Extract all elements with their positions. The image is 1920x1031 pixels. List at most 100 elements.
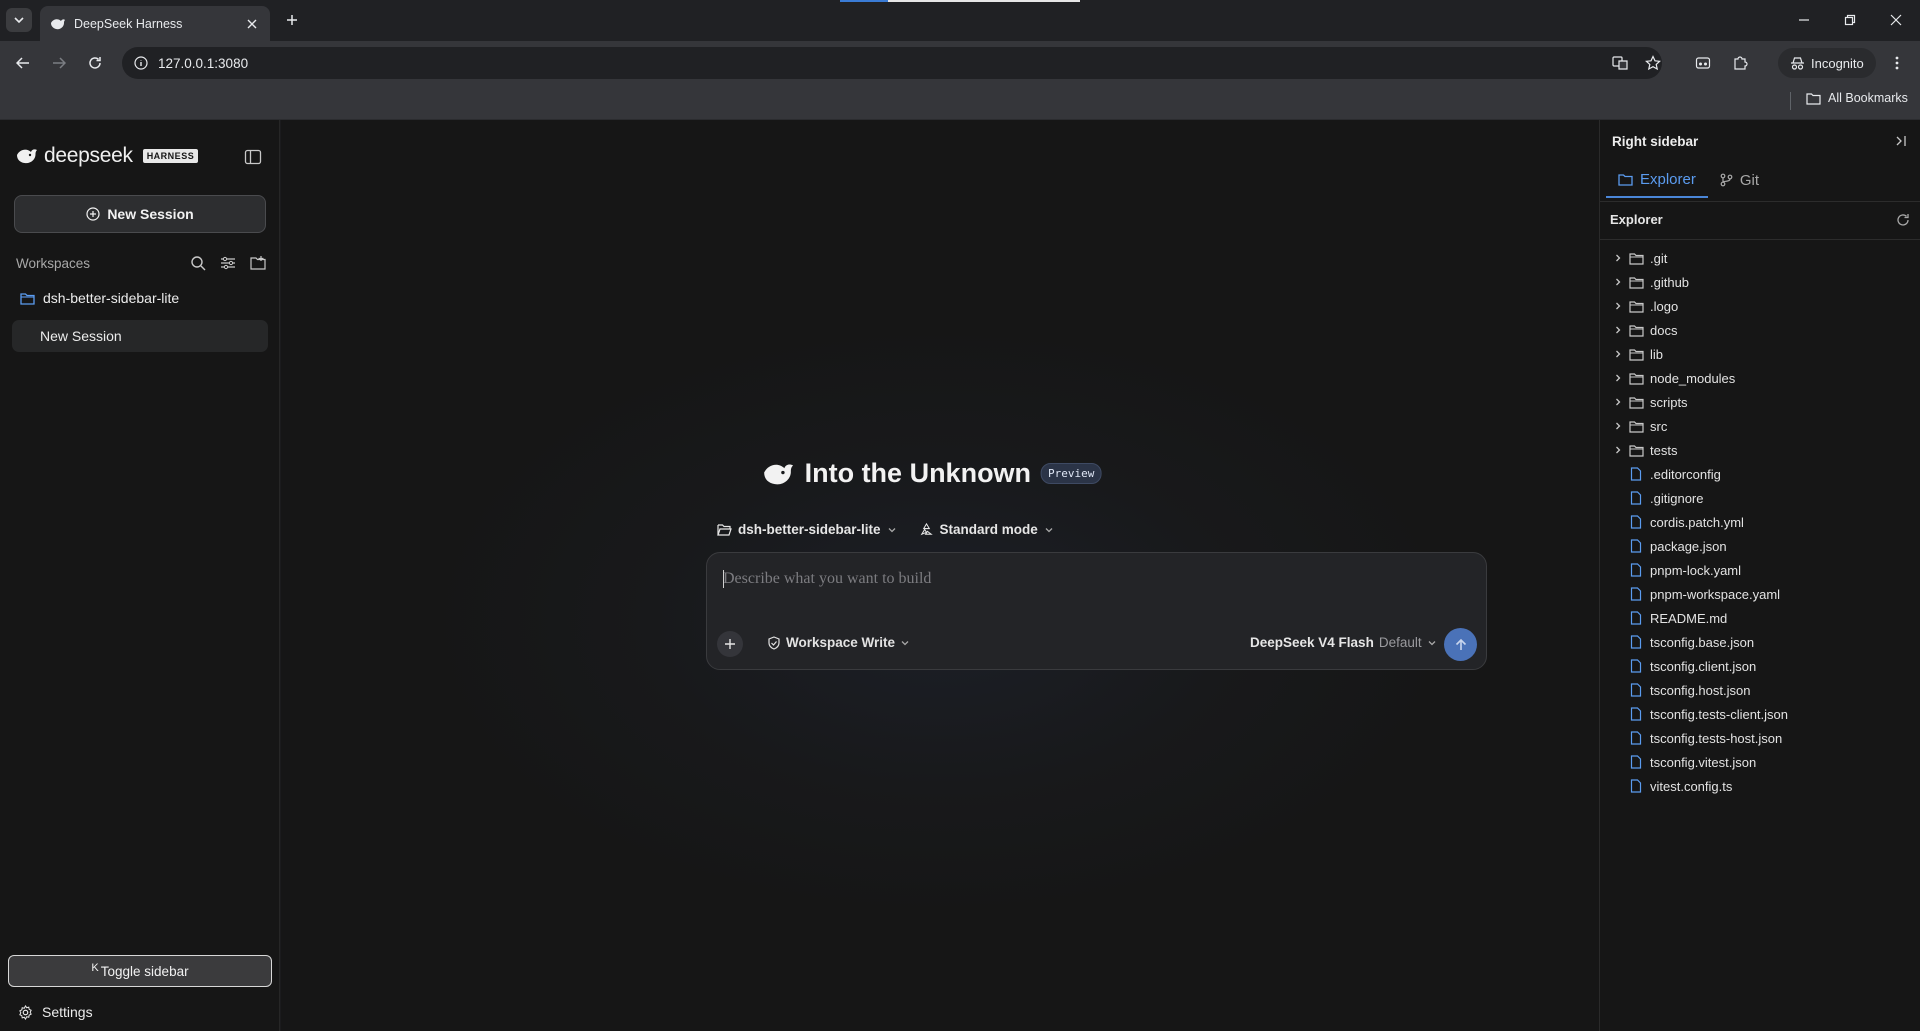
tree-item-label: cordis.patch.yml bbox=[1650, 514, 1744, 530]
tree-folder-item[interactable]: .git bbox=[1610, 246, 1910, 270]
session-item[interactable]: New Session bbox=[12, 320, 268, 352]
media-button[interactable] bbox=[1693, 53, 1713, 73]
tree-folder-item[interactable]: node_modules bbox=[1610, 366, 1910, 390]
settings-button[interactable]: Settings bbox=[18, 1004, 93, 1020]
folder-icon-wrap bbox=[1628, 394, 1644, 410]
attach-button[interactable] bbox=[717, 631, 743, 657]
explorer-header: Explorer bbox=[1610, 212, 1910, 227]
chevron-right-icon bbox=[1616, 302, 1621, 310]
bookmark-star-button[interactable] bbox=[1643, 53, 1663, 73]
tab-close-button[interactable] bbox=[244, 16, 260, 32]
tree-folder-item[interactable]: .github bbox=[1610, 270, 1910, 294]
search-icon[interactable] bbox=[190, 255, 206, 271]
tree-file-item[interactable]: README.md bbox=[1610, 606, 1910, 630]
file-icon bbox=[1630, 491, 1642, 505]
hero-title: Into the Unknown bbox=[804, 458, 1032, 488]
restore-button[interactable] bbox=[1832, 8, 1868, 32]
file-icon-wrap bbox=[1628, 610, 1644, 626]
prompt-input[interactable] bbox=[723, 567, 1463, 591]
tree-folder-item[interactable]: .logo bbox=[1610, 294, 1910, 318]
workspaces-label: Workspaces bbox=[16, 255, 91, 271]
expand-toggle[interactable] bbox=[1610, 370, 1626, 386]
tab-title: DeepSeek Harness bbox=[74, 16, 183, 31]
tree-file-item[interactable]: .gitignore bbox=[1610, 486, 1910, 510]
tree-file-item[interactable]: cordis.patch.yml bbox=[1610, 510, 1910, 534]
new-session-button[interactable]: New Session bbox=[14, 195, 266, 233]
tree-folder-item[interactable]: lib bbox=[1610, 342, 1910, 366]
media-icon bbox=[1695, 57, 1711, 69]
translate-button[interactable] bbox=[1610, 53, 1630, 73]
incognito-indicator[interactable]: Incognito bbox=[1778, 48, 1876, 78]
session-name: New Session bbox=[40, 328, 122, 344]
expand-toggle[interactable] bbox=[1610, 418, 1626, 434]
expand-toggle[interactable] bbox=[1610, 298, 1626, 314]
tree-file-item[interactable]: tsconfig.tests-host.json bbox=[1610, 726, 1910, 750]
tree-file-item[interactable]: tsconfig.base.json bbox=[1610, 630, 1910, 654]
address-bar[interactable]: 127.0.0.1:3080 bbox=[122, 47, 1662, 79]
browser-menu-button[interactable] bbox=[1887, 53, 1907, 73]
file-icon bbox=[1630, 515, 1642, 529]
folder-open-icon bbox=[717, 524, 732, 536]
tab-search-button[interactable] bbox=[6, 8, 32, 32]
tab-explorer-label: Explorer bbox=[1640, 170, 1696, 188]
expand-toggle[interactable] bbox=[1610, 250, 1626, 266]
tab-explorer[interactable]: Explorer bbox=[1606, 162, 1708, 198]
browser-tab[interactable]: DeepSeek Harness bbox=[40, 6, 270, 41]
expand-toggle[interactable] bbox=[1610, 274, 1626, 290]
file-icon-wrap bbox=[1628, 514, 1644, 530]
all-bookmarks-button[interactable]: All Bookmarks bbox=[1806, 91, 1908, 105]
expand-toggle[interactable] bbox=[1610, 442, 1626, 458]
permission-selector[interactable]: Workspace Write bbox=[767, 635, 910, 650]
new-tab-button[interactable] bbox=[282, 10, 302, 30]
tree-file-item[interactable]: package.json bbox=[1610, 534, 1910, 558]
expand-toggle[interactable] bbox=[1610, 394, 1626, 410]
tree-folder-item[interactable]: src bbox=[1610, 414, 1910, 438]
expand-toggle[interactable] bbox=[1610, 322, 1626, 338]
new-folder-icon[interactable] bbox=[250, 255, 266, 271]
refresh-icon[interactable] bbox=[1896, 213, 1910, 227]
file-icon-wrap bbox=[1628, 466, 1644, 482]
reload-button[interactable] bbox=[84, 52, 106, 74]
file-icon bbox=[1630, 467, 1642, 481]
arrow-left-icon bbox=[16, 57, 29, 69]
file-icon-wrap bbox=[1628, 562, 1644, 578]
tree-file-item[interactable]: tsconfig.client.json bbox=[1610, 654, 1910, 678]
tab-git[interactable]: Git bbox=[1708, 162, 1771, 198]
tree-item-label: tsconfig.tests-client.json bbox=[1650, 706, 1789, 722]
tree-file-item[interactable]: tsconfig.host.json bbox=[1610, 678, 1910, 702]
tree-file-item[interactable]: tsconfig.tests-client.json bbox=[1610, 702, 1910, 726]
tree-folder-item[interactable]: scripts bbox=[1610, 390, 1910, 414]
mode-selector[interactable]: Standard mode bbox=[919, 522, 1054, 537]
send-button[interactable] bbox=[1444, 628, 1477, 661]
tree-folder-item[interactable]: tests bbox=[1610, 438, 1910, 462]
reload-icon bbox=[89, 57, 101, 69]
minimize-button[interactable] bbox=[1786, 8, 1822, 32]
site-info-icon[interactable] bbox=[134, 56, 148, 70]
folder-icon bbox=[1628, 372, 1644, 385]
back-button[interactable] bbox=[12, 52, 34, 74]
bookmarks-bar bbox=[0, 84, 1920, 120]
filter-settings-icon[interactable] bbox=[220, 255, 236, 271]
close-window-button[interactable] bbox=[1878, 8, 1914, 32]
close-right-sidebar-button[interactable] bbox=[1894, 134, 1910, 150]
expand-toggle[interactable] bbox=[1610, 346, 1626, 362]
collapse-sidebar-button[interactable] bbox=[244, 148, 264, 168]
file-icon-wrap bbox=[1628, 586, 1644, 602]
workspace-item[interactable]: dsh-better-sidebar-lite bbox=[20, 290, 179, 306]
forward-button[interactable] bbox=[48, 52, 70, 74]
model-tag: Default bbox=[1378, 635, 1422, 650]
tabs-divider bbox=[1600, 201, 1920, 202]
tree-file-item[interactable]: .editorconfig bbox=[1610, 462, 1910, 486]
file-icon-wrap bbox=[1628, 634, 1644, 650]
workspace-selector[interactable]: dsh-better-sidebar-lite bbox=[717, 522, 897, 537]
toggle-sidebar-button[interactable]: K Toggle sidebar bbox=[8, 955, 272, 987]
tree-folder-item[interactable]: docs bbox=[1610, 318, 1910, 342]
tree-file-item[interactable]: vitest.config.ts bbox=[1610, 774, 1910, 798]
tree-file-item[interactable]: pnpm-workspace.yaml bbox=[1610, 582, 1910, 606]
tree-file-item[interactable]: tsconfig.vitest.json bbox=[1610, 750, 1910, 774]
extensions-button[interactable] bbox=[1730, 53, 1750, 73]
model-selector[interactable]: DeepSeek V4 Flash Default bbox=[1250, 635, 1437, 650]
chevron-right-icon bbox=[1616, 446, 1621, 454]
tree-file-item[interactable]: pnpm-lock.yaml bbox=[1610, 558, 1910, 582]
tree-item-label: lib bbox=[1650, 346, 1664, 362]
